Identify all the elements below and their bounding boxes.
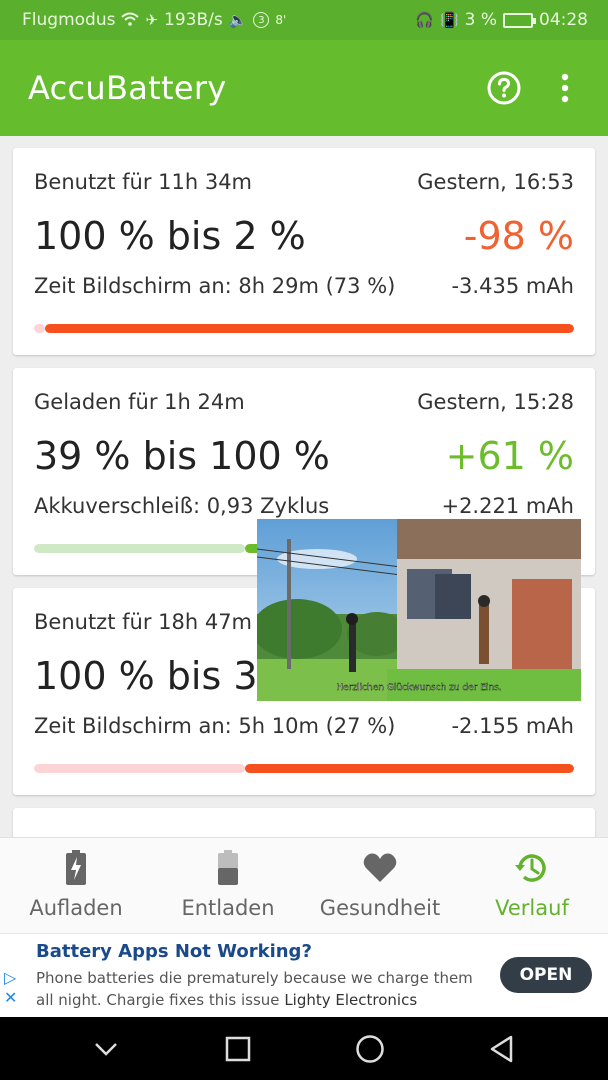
ad-info-icon[interactable]: ▷: [4, 968, 17, 988]
session-detail: Zeit Bildschirm an: 8h 29m (73 %): [34, 274, 396, 298]
session-mah: +2.221 mAh: [441, 494, 574, 518]
ad-open-button[interactable]: OPEN: [500, 957, 592, 993]
session-duration: Benutzt für 11h 34m: [34, 170, 253, 194]
more-vert-icon[interactable]: [550, 64, 580, 112]
battery-icon: [503, 12, 536, 28]
nav-item-verlauf[interactable]: Verlauf: [456, 838, 608, 933]
close-icon[interactable]: ✕: [4, 988, 17, 1008]
ad-banner[interactable]: ▷ ✕ Battery Apps Not Working? Phone batt…: [0, 933, 608, 1017]
airplane-mode-label: Flugmodus: [22, 10, 116, 30]
status-bar: Flugmodus ✈ 193B/s 🔈 3 8' 🎧 📳 3 % 04:28: [0, 0, 608, 40]
app-title: AccuBattery: [28, 69, 227, 107]
session-mah: -3.435 mAh: [451, 274, 574, 298]
progress-track: [34, 764, 245, 773]
notification-count: 3: [253, 12, 270, 28]
session-range: 39 % bis 100 %: [34, 434, 330, 478]
notification-extra: 8': [275, 13, 287, 27]
battery-charging-icon: [65, 850, 87, 890]
session-delta: -98 %: [463, 214, 574, 258]
app-bar: AccuBattery: [0, 40, 608, 136]
status-left: Flugmodus ✈ 193B/s 🔈 3 8': [22, 10, 415, 30]
battery-discharge-icon: [217, 850, 239, 890]
session-detail: Zeit Bildschirm an: 5h 10m (27 %): [34, 714, 396, 738]
nav-label: Verlauf: [495, 896, 569, 920]
session-card[interactable]: Benutzt für 11h 34m Gestern, 16:53 100 %…: [13, 148, 595, 355]
session-progress-bar: [34, 764, 574, 773]
ad-choices-icon[interactable]: ▷ ✕: [4, 968, 17, 1008]
home-circle-icon[interactable]: [340, 1024, 400, 1074]
airplane-icon: ✈: [145, 10, 159, 29]
battery-percent: 3 %: [464, 10, 497, 30]
nav-label: Gesundheit: [319, 896, 441, 920]
wifi-icon: [121, 12, 140, 29]
ad-title[interactable]: Battery Apps Not Working?: [36, 941, 312, 962]
session-duration: Benutzt für 18h 47m: [34, 610, 253, 634]
pip-video-player[interactable]: Herzlichen Glückwunsch zu der Eins.: [257, 519, 581, 701]
session-date: Gestern, 15:28: [417, 390, 574, 414]
session-delta: +61 %: [445, 434, 574, 478]
nav-item-entladen[interactable]: Entladen: [152, 838, 304, 933]
nav-label: Aufladen: [29, 896, 123, 920]
nav-item-gesundheit[interactable]: Gesundheit: [304, 838, 456, 933]
session-date: Gestern, 16:53: [417, 170, 574, 194]
session-progress-bar: [34, 324, 574, 333]
progress-track: [34, 544, 245, 553]
progress-fill: [44, 324, 574, 333]
session-range: 100 % bis 2 %: [34, 214, 306, 258]
session-range: 100 % bis 3: [34, 654, 258, 698]
history-icon: [514, 850, 550, 890]
nav-label: Entladen: [181, 896, 275, 920]
session-mah: -2.155 mAh: [451, 714, 574, 738]
ad-text: Phone batteries die prematurely because …: [36, 967, 476, 1011]
vibrate-icon: 📳: [439, 10, 459, 29]
volume-icon: 🔈: [228, 10, 248, 29]
video-frame-image: Herzlichen Glückwunsch zu der Eins.: [257, 519, 581, 701]
network-speed: 193B/s: [164, 10, 223, 30]
headphones-icon: 🎧: [415, 10, 434, 29]
session-duration: Geladen für 1h 24m: [34, 390, 245, 414]
progress-fill: [244, 764, 574, 773]
status-right: 🎧 📳 3 % 04:28: [415, 10, 588, 30]
heart-icon: [362, 850, 398, 890]
back-triangle-icon[interactable]: [472, 1024, 532, 1074]
system-navigation-bar: [0, 1017, 608, 1080]
video-subtitle: Herzlichen Glückwunsch zu der Eins.: [336, 683, 501, 693]
nav-item-aufladen[interactable]: Aufladen: [0, 838, 152, 933]
ad-advertiser: Lighty Electronics: [284, 991, 418, 1009]
progress-track: [34, 324, 45, 333]
recents-square-icon[interactable]: [208, 1024, 268, 1074]
bottom-navigation: Aufladen Entladen Gesundheit Verlauf: [0, 837, 608, 933]
clock: 04:28: [539, 10, 588, 30]
help-circle-icon[interactable]: [480, 64, 528, 112]
chevron-down-icon[interactable]: [76, 1024, 136, 1074]
session-detail: Akkuverschleiß: 0,93 Zyklus: [34, 494, 330, 518]
